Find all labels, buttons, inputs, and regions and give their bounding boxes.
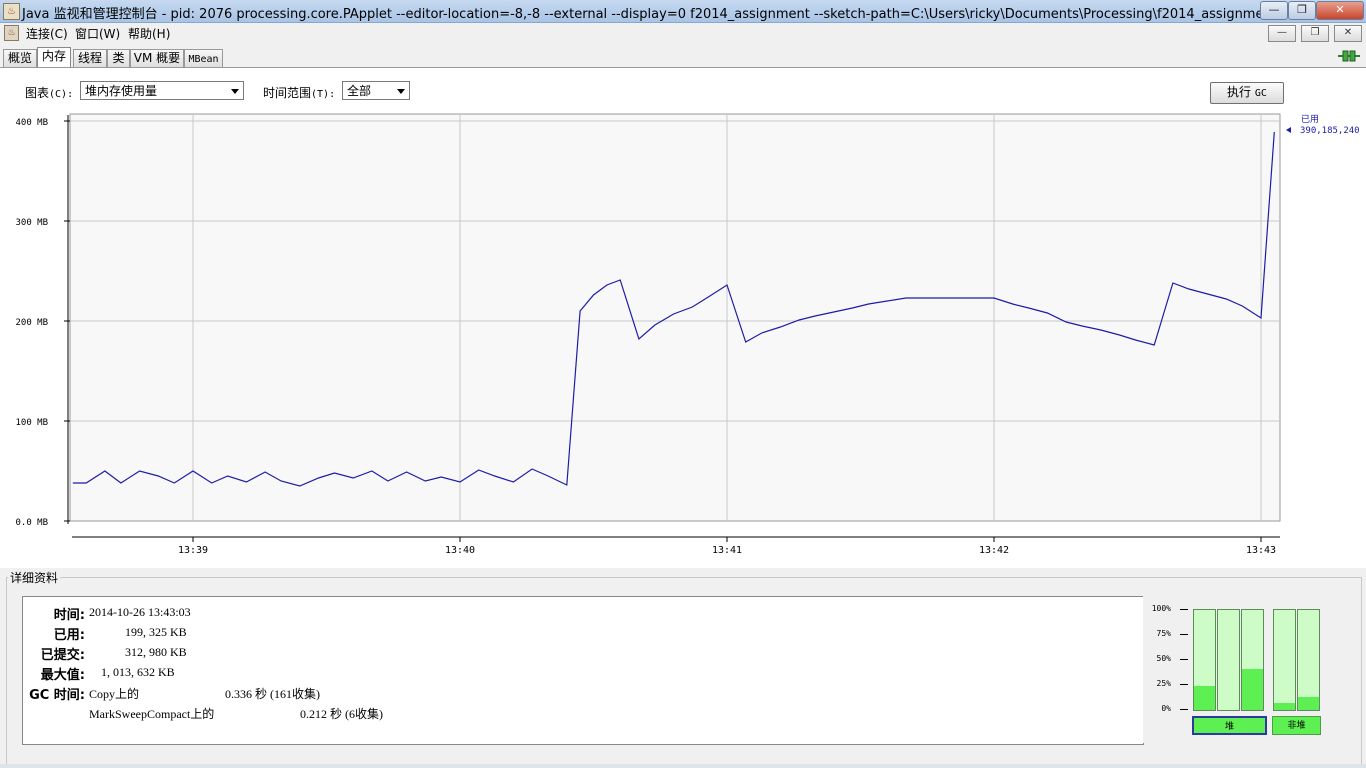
pool-tick-25: 25%	[1156, 679, 1171, 688]
gc-copy-name: Copy上的	[89, 687, 140, 701]
time-range-select[interactable]: 全部	[342, 81, 410, 100]
gc-time-label: GC 时间:	[29, 688, 85, 703]
gc-marksweep-value: 0.212 秒 (6收集)	[300, 707, 383, 721]
perform-gc-label-en: GC	[1254, 88, 1267, 99]
pool-tick-mark	[1180, 709, 1188, 710]
pool-tick-mark	[1180, 684, 1188, 685]
details-title: 详细资料	[8, 569, 61, 586]
document-icon[interactable]: ♨	[4, 25, 19, 41]
pool-tick-75: 75%	[1156, 629, 1171, 638]
pool-tick-mark	[1180, 659, 1188, 660]
y-tick-label: 200 MB	[15, 318, 48, 328]
heap-pool-bar-survivor[interactable]	[1217, 609, 1240, 711]
memory-pools: 100% 75% 50% 25% 0% 堆 非堆	[1143, 596, 1339, 743]
details-section: 详细资料 时间: 2014-10-26 13:43:03 已用: 199, 32…	[0, 568, 1366, 768]
y-tick-label: 100 MB	[15, 418, 48, 428]
perform-gc-label: 执行	[1227, 85, 1252, 99]
used-label: 已用:	[53, 628, 85, 643]
pool-tick-mark	[1180, 609, 1188, 610]
heap-pool-bar-eden[interactable]	[1193, 609, 1216, 711]
nonheap-pool-label[interactable]: 非堆	[1272, 716, 1321, 735]
max-value: 1, 013, 632 KB	[101, 665, 175, 679]
time-value: 2014-10-26 13:43:03	[89, 605, 191, 619]
plot-area	[69, 113, 1281, 522]
chart-select-value: 堆内存使用量	[85, 84, 158, 98]
window-titlebar: ♨ Java 监视和管理控制台 - pid: 2076 processing.c…	[0, 0, 1366, 23]
mdi-minimize-button[interactable]: —	[1268, 25, 1296, 42]
chart-label-key: (C):	[49, 89, 74, 100]
legend-series-name: 已用	[1301, 114, 1319, 125]
chart-select[interactable]: 堆内存使用量	[80, 81, 244, 100]
time-range-label-key: (T):	[311, 89, 336, 100]
chevron-down-icon	[231, 89, 239, 94]
x-tick-label: 13:42	[979, 545, 1009, 556]
bottom-edge	[0, 764, 1366, 768]
tab-threads[interactable]: 线程	[73, 49, 107, 67]
time-range-label: 时间范围(T):	[263, 84, 335, 101]
tab-classes[interactable]: 类	[107, 49, 130, 67]
menu-connection[interactable]: 连接(C)	[26, 25, 68, 42]
pool-tick-mark	[1180, 634, 1188, 635]
x-tick-label: 13:40	[445, 545, 475, 556]
heap-usage-chart: 400 MB 300 MB 200 MB 100 MB 0.0 MB 13:39 13:40…	[15, 113, 1360, 556]
chart-label-text: 图表	[25, 86, 50, 100]
y-tick-label: 0.0 MB	[15, 518, 48, 528]
nonheap-pool-bar-1[interactable]	[1273, 609, 1296, 711]
perform-gc-button[interactable]: 执行 GC	[1210, 82, 1284, 104]
pool-bar-fill	[1274, 703, 1295, 710]
x-tick-label: 13:39	[178, 545, 208, 556]
x-tick-label: 13:43	[1246, 545, 1276, 556]
x-tick-label: 13:41	[712, 545, 742, 556]
legend-marker	[1286, 127, 1291, 133]
menu-bar: ♨ 连接(C) 窗口(W) 帮助(H)	[0, 23, 1366, 43]
tab-mbean[interactable]: MBean	[184, 49, 223, 67]
pool-tick-50: 50%	[1156, 654, 1171, 663]
max-label: 最大值:	[40, 668, 85, 683]
pool-bar-fill	[1298, 697, 1319, 710]
y-tick-label: 300 MB	[15, 218, 48, 228]
committed-label: 已提交:	[40, 648, 85, 663]
nonheap-pool-bar-2[interactable]	[1297, 609, 1320, 711]
time-range-label-text: 时间范围	[263, 86, 312, 100]
legend-layer: 已用 390,185,240	[1286, 114, 1360, 136]
window-title: Java 监视和管理控制台 - pid: 2076 processing.cor…	[22, 7, 1277, 22]
chevron-down-icon	[397, 89, 405, 94]
pool-tick-0: 0%	[1161, 704, 1171, 713]
tab-strip: 概览 内存 线程 类 VM 概要 MBean	[0, 47, 1366, 68]
gc-marksweep-name: MarkSweepCompact上的	[89, 707, 215, 721]
menu-help[interactable]: 帮助(H)	[128, 25, 170, 42]
window-minimize-button[interactable]: —	[1260, 1, 1288, 20]
java-cup-icon: ♨	[3, 3, 20, 20]
committed-value: 312, 980 KB	[125, 645, 187, 659]
mdi-restore-button[interactable]: ❐	[1301, 25, 1329, 42]
memory-panel: 图表(C): 堆内存使用量 时间范围(T): 全部 执行 GC 400 MB 30…	[0, 67, 1366, 569]
tab-mbean-label: MBean	[188, 54, 219, 65]
legend-current-value: 390,185,240	[1300, 126, 1360, 136]
menu-window[interactable]: 窗口(W)	[75, 25, 120, 42]
time-range-select-value: 全部	[347, 84, 372, 98]
window-close-button[interactable]: ✕	[1316, 1, 1364, 20]
heap-pool-label[interactable]: 堆	[1192, 716, 1267, 735]
gc-copy-value: 0.336 秒 (161收集)	[225, 687, 320, 701]
mdi-close-button[interactable]: ✕	[1334, 25, 1362, 42]
window-restore-button[interactable]: ❐	[1288, 1, 1316, 20]
pool-bar-fill	[1194, 686, 1215, 710]
tab-overview[interactable]: 概览	[3, 49, 37, 67]
tab-memory[interactable]: 内存	[37, 47, 71, 68]
chart-label: 图表(C):	[25, 84, 73, 101]
pool-tick-100: 100%	[1151, 604, 1171, 613]
connected-plug-icon	[1338, 50, 1360, 62]
heap-pool-bar-tenured[interactable]	[1241, 609, 1264, 711]
pool-bar-fill	[1242, 669, 1263, 710]
tab-vm-summary[interactable]: VM 概要	[130, 49, 184, 67]
y-tick-label: 400 MB	[15, 118, 48, 128]
details-box: 时间: 2014-10-26 13:43:03 已用: 199, 325 KB …	[22, 596, 1144, 745]
time-label: 时间:	[53, 608, 85, 623]
used-value: 199, 325 KB	[125, 625, 187, 639]
